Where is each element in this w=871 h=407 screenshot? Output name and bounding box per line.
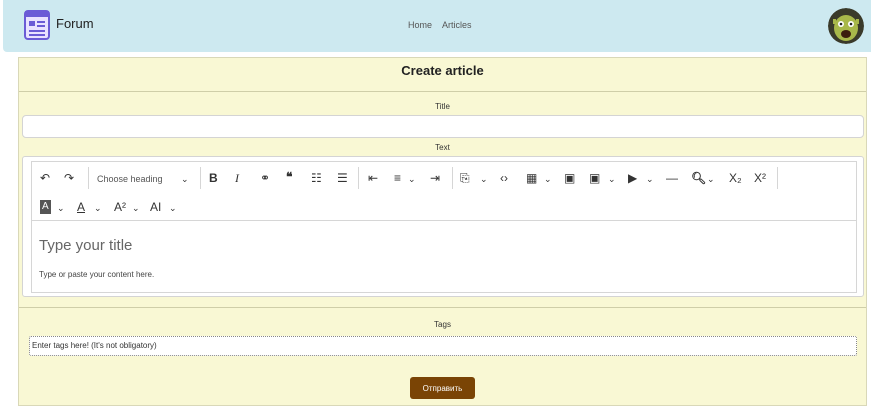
divider xyxy=(19,307,866,308)
font-size-dropdown-icon[interactable]: ⌄ xyxy=(132,201,140,215)
user-avatar[interactable] xyxy=(828,8,864,44)
nav-links: Home Articles xyxy=(408,20,480,30)
subscript-icon[interactable]: X₂ xyxy=(729,171,742,185)
table-icon[interactable]: ▦ xyxy=(526,171,537,185)
table-dropdown-icon[interactable]: ⌄ xyxy=(544,172,552,186)
font-color-dropdown-icon[interactable]: ⌄ xyxy=(94,201,102,215)
bold-icon[interactable]: B xyxy=(209,171,218,185)
media-icon[interactable]: ▶ xyxy=(628,171,637,185)
chevron-down-icon[interactable]: ⌄ xyxy=(181,172,189,186)
font-family-icon[interactable]: AI xyxy=(150,200,161,214)
nav-link-articles[interactable]: Articles xyxy=(442,20,472,30)
horizontal-line-icon[interactable]: — xyxy=(666,171,678,185)
tags-label: Tags xyxy=(434,320,451,329)
font-background-dropdown-icon[interactable]: ⌄ xyxy=(57,201,65,215)
nav-link-home[interactable]: Home xyxy=(408,20,432,30)
superscript-icon[interactable]: X² xyxy=(754,171,766,185)
body-placeholder: Type or paste your content here. xyxy=(39,270,155,279)
undo-icon[interactable]: ↶ xyxy=(40,171,50,185)
font-size-icon[interactable]: A² xyxy=(114,200,126,214)
find-dropdown-icon[interactable]: ⌄ xyxy=(707,172,715,186)
editor-toolbar: ↶ ↷ Choose heading ⌄ B I ⚭ ❝ ☷ ☰ ⇤ ≡ ⌄ ⇥… xyxy=(31,161,857,221)
insert-image-icon[interactable]: ▣ xyxy=(589,171,600,185)
source-dropdown-icon[interactable]: ⌄ xyxy=(480,172,488,186)
create-article-form: Create article Title Text ↶ ↷ Choose hea… xyxy=(18,57,867,406)
browser-window-icon[interactable] xyxy=(24,10,50,40)
media-dropdown-icon[interactable]: ⌄ xyxy=(646,172,654,186)
submit-button[interactable]: Отправить xyxy=(410,377,475,399)
brand-name[interactable]: Forum xyxy=(56,16,94,31)
align-dropdown-icon[interactable]: ⌄ xyxy=(408,172,416,186)
card-header: Create article xyxy=(19,58,866,92)
bulleted-list-icon[interactable]: ☷ xyxy=(311,171,322,185)
tags-input[interactable]: Enter tags here! (It's not obligatory) xyxy=(29,336,857,356)
text-label: Text xyxy=(435,143,450,152)
page-title: Create article xyxy=(401,63,484,78)
title-input[interactable] xyxy=(22,115,864,138)
code-icon[interactable]: ‹› xyxy=(500,171,508,185)
title-placeholder: Type your title xyxy=(39,237,133,254)
heading-dropdown[interactable]: Choose heading xyxy=(97,172,163,186)
source-icon[interactable]: ⎘ xyxy=(460,171,470,185)
blockquote-icon[interactable]: ❝ xyxy=(286,170,292,184)
font-family-dropdown-icon[interactable]: ⌄ xyxy=(169,201,177,215)
outdent-icon[interactable]: ⇤ xyxy=(368,171,378,185)
numbered-list-icon[interactable]: ☰ xyxy=(337,171,348,185)
image-icon[interactable]: ▣ xyxy=(564,171,575,185)
link-icon[interactable]: ⚭ xyxy=(260,171,270,185)
indent-icon[interactable]: ⇥ xyxy=(430,171,440,185)
title-label: Title xyxy=(435,102,450,111)
image-dropdown-icon[interactable]: ⌄ xyxy=(608,172,616,186)
align-icon[interactable]: ≡ xyxy=(394,171,401,185)
find-replace-icon[interactable]: 🔍︎ xyxy=(691,171,706,185)
rich-text-editor: ↶ ↷ Choose heading ⌄ B I ⚭ ❝ ☷ ☰ ⇤ ≡ ⌄ ⇥… xyxy=(22,156,864,297)
editor-content-area[interactable]: Type your title Type or paste your conte… xyxy=(31,220,857,293)
redo-icon[interactable]: ↷ xyxy=(64,171,74,185)
font-background-icon[interactable]: A xyxy=(40,200,51,214)
font-color-icon[interactable]: A xyxy=(77,200,85,214)
navbar: Forum Home Articles xyxy=(3,0,871,52)
italic-icon[interactable]: I xyxy=(235,171,239,185)
